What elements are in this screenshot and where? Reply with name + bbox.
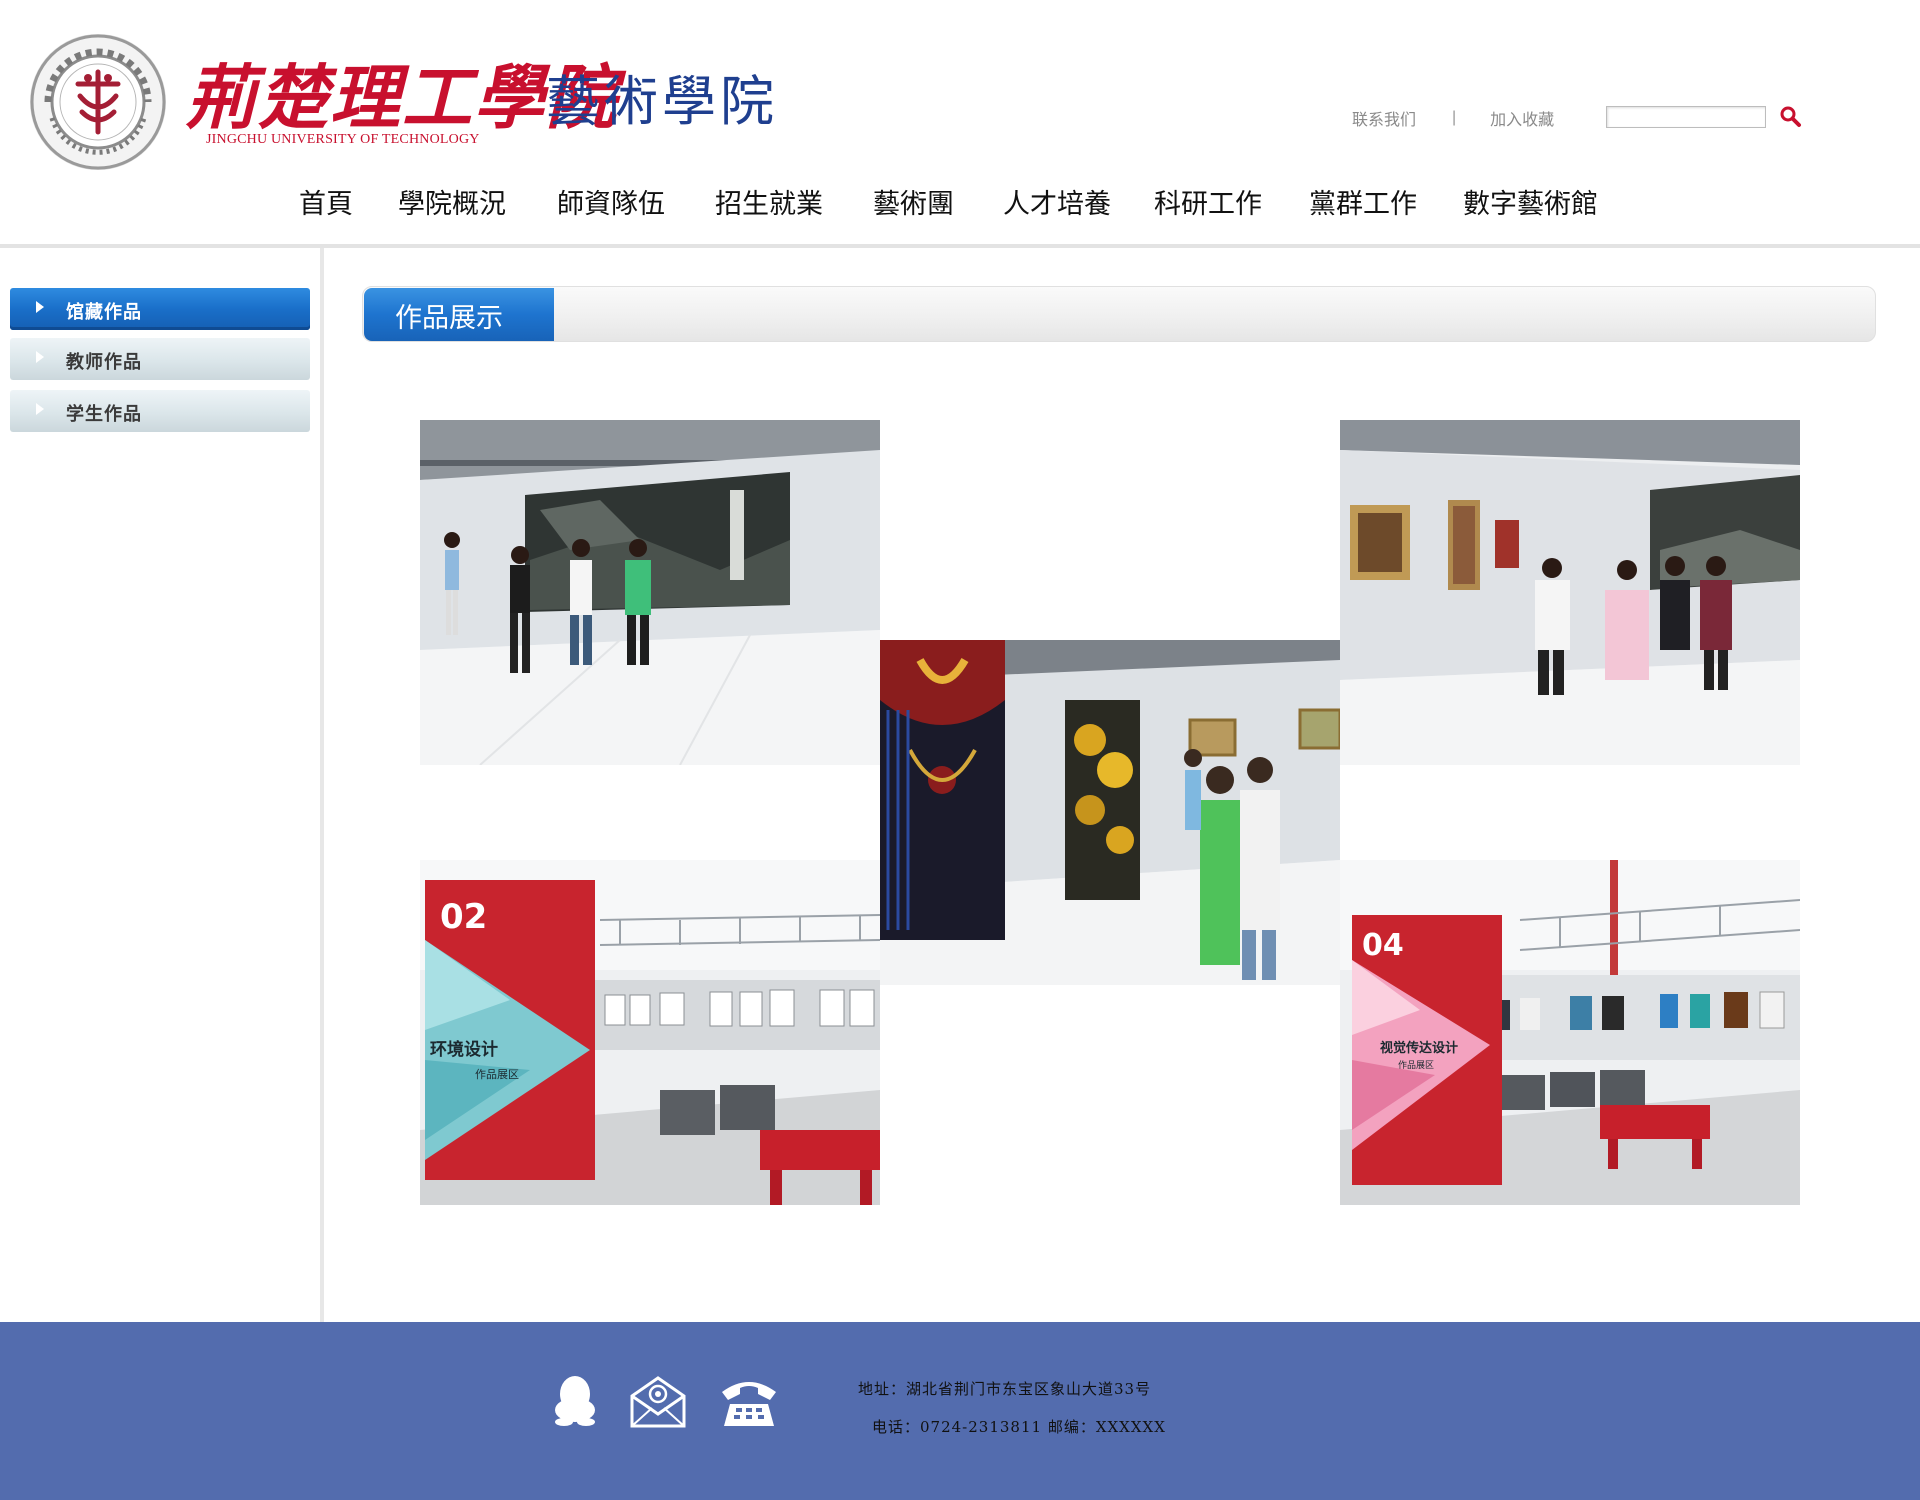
sidebar: 馆藏作品 教师作品 学生作品	[0, 248, 318, 1322]
sign-title: 环境设计	[430, 1039, 498, 1060]
qq-icon[interactable]	[552, 1374, 598, 1426]
section-title-bar	[362, 286, 1876, 342]
search-input[interactable]	[1606, 106, 1766, 128]
nav-home[interactable]: 首頁	[299, 180, 353, 230]
top-links: 联系我们 | 加入收藏	[1352, 106, 1554, 130]
sign-subtitle: 作品展区	[475, 1068, 519, 1081]
sign-title: 视觉传达设计	[1380, 1040, 1458, 1056]
nav-research[interactable]: 科研工作	[1154, 180, 1262, 230]
sidebar-divider	[320, 248, 324, 1322]
college-name: 藝術學院	[546, 70, 778, 133]
section-title: 作品展示	[395, 303, 503, 334]
main-nav: 首頁 學院概況 師資隊伍 招生就業 藝術團 人才培養 科研工作 黨群工作 數字藝…	[0, 180, 1920, 230]
site-header: 荊楚理工學院 JINGCHU UNIVERSITY OF TECHNOLOGY …	[0, 0, 1920, 248]
sidebar-item-label: 学生作品	[66, 404, 142, 425]
gallery-photo-3[interactable]	[1340, 420, 1800, 765]
search-icon[interactable]	[1778, 104, 1804, 130]
contact-us-link[interactable]: 联系我们	[1352, 106, 1416, 130]
footer-contact: 电话：0724-2313811 邮编：XXXXXX	[872, 1418, 1166, 1436]
add-favorite-link[interactable]: 加入收藏	[1490, 106, 1554, 130]
gallery-photo-2[interactable]	[880, 640, 1340, 985]
link-separator: |	[1452, 109, 1457, 126]
nav-party[interactable]: 黨群工作	[1309, 180, 1417, 230]
gallery-photo-1[interactable]	[420, 420, 880, 765]
site-footer: 地址：湖北省荆门市东宝区象山大道33号 电话：0724-2313811 邮编：X…	[0, 1322, 1920, 1500]
triangle-right-icon	[36, 403, 44, 415]
sidebar-item-teacher-works[interactable]: 教师作品	[10, 338, 310, 380]
sign-number: 02	[440, 897, 487, 937]
sidebar-item-label: 教师作品	[66, 352, 142, 373]
telephone-icon[interactable]	[718, 1374, 780, 1430]
triangle-right-icon	[36, 301, 44, 313]
sidebar-item-collection[interactable]: 馆藏作品	[10, 288, 310, 330]
footer-address: 地址：湖北省荆门市东宝区象山大道33号	[858, 1380, 1152, 1398]
sidebar-item-label: 馆藏作品	[66, 302, 142, 323]
sign-number: 04	[1362, 928, 1404, 963]
nav-about[interactable]: 學院概況	[398, 180, 506, 230]
sign-subtitle: 作品展区	[1398, 1059, 1434, 1071]
university-name-english: JINGCHU UNIVERSITY OF TECHNOLOGY	[206, 132, 480, 147]
nav-art-troupe[interactable]: 藝術團	[873, 180, 954, 230]
triangle-right-icon	[36, 351, 44, 363]
nav-faculty[interactable]: 師資隊伍	[557, 180, 665, 230]
email-icon[interactable]	[628, 1374, 688, 1430]
university-seal-icon[interactable]	[28, 32, 168, 172]
gallery-photo-4[interactable]: 02 环境设计 作品展区	[420, 860, 880, 1205]
nav-admissions[interactable]: 招生就業	[715, 180, 823, 230]
gallery-photo-5[interactable]: 04 视觉传达设计 作品展区	[1340, 860, 1800, 1205]
nav-digital-museum[interactable]: 數字藝術館	[1463, 180, 1598, 230]
sidebar-item-student-works[interactable]: 学生作品	[10, 390, 310, 432]
nav-talent[interactable]: 人才培養	[1003, 180, 1111, 230]
